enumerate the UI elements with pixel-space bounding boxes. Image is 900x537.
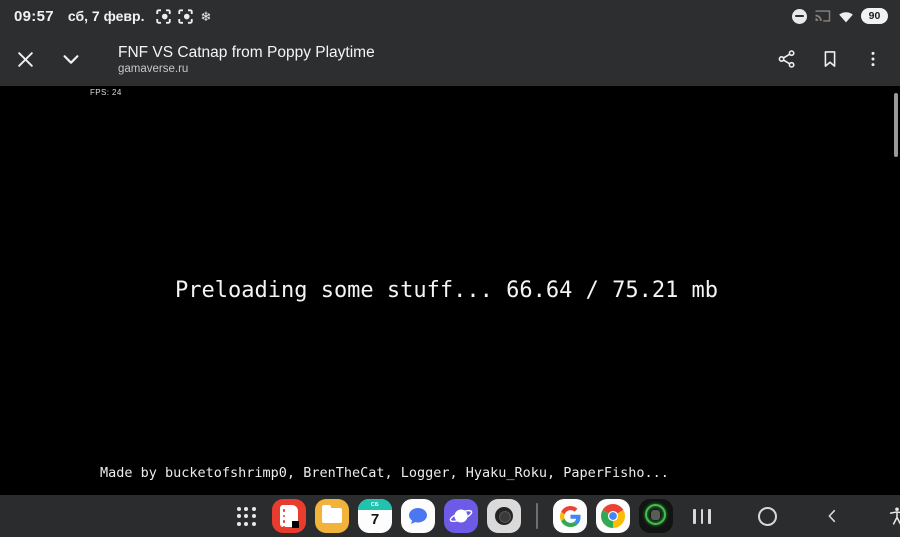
folder-icon [322, 505, 342, 523]
chrome-logo-icon [601, 504, 625, 528]
google-g-icon [559, 505, 581, 527]
kebab-menu-icon [871, 51, 874, 67]
recent-game-app-icon[interactable] [639, 499, 673, 533]
bookmark-icon [824, 51, 835, 67]
bookmark-button[interactable] [808, 38, 851, 80]
wifi-icon [839, 11, 853, 22]
page-url: gamaverse.ru [118, 62, 189, 75]
calendar-day: 7 [370, 511, 380, 528]
smart-capture-icon [156, 8, 172, 24]
home-icon [757, 506, 777, 526]
navigation-bar [688, 495, 900, 537]
back-button[interactable] [818, 499, 846, 533]
notification-icons: ❄ [156, 8, 212, 24]
preload-status-text: Preloading some stuff... 66.64 / 75.21 m… [175, 278, 719, 303]
system-status-icons: 90 [792, 8, 888, 24]
credits-line: Made by bucketofshrimp0, BrenTheCat, Log… [100, 465, 669, 481]
cast-icon [815, 10, 831, 22]
calendar-weekday: СБ [358, 499, 392, 510]
share-icon [778, 50, 795, 68]
accessibility-button[interactable] [883, 499, 900, 533]
overflow-menu-button[interactable] [851, 38, 894, 80]
snowflake-icon: ❄ [200, 8, 212, 24]
page-title-block: FNF VS Catnap from Poppy Playtime gamave… [118, 43, 375, 76]
calendar-app-icon[interactable]: СБ 7 [358, 499, 392, 533]
recents-icon [693, 508, 711, 524]
dock-divider [536, 503, 538, 529]
apps-grid-icon [236, 506, 256, 526]
chat-bubble-icon [409, 508, 427, 524]
game-canvas[interactable]: FPS: 24 Preloading some stuff... 66.64 /… [0, 86, 900, 534]
close-button[interactable] [4, 38, 46, 80]
accessibility-person-icon [889, 507, 900, 525]
android-screen: 09:57 сб, 7 февр. ❄ 90 FNF VS Catnap fro… [0, 0, 900, 537]
header-actions [765, 38, 900, 80]
chrome-app-icon[interactable] [596, 499, 630, 533]
back-chevron-icon [828, 509, 836, 523]
home-button[interactable] [753, 499, 781, 533]
taskbar: СБ 7 [0, 495, 900, 537]
recents-button[interactable] [688, 499, 716, 533]
page-title: FNF VS Catnap from Poppy Playtime [118, 43, 375, 61]
google-app-icon[interactable] [553, 499, 587, 533]
share-button[interactable] [765, 38, 808, 80]
game-logo-core [651, 510, 660, 520]
close-icon [17, 51, 33, 67]
dock-apps: СБ 7 [229, 499, 673, 533]
battery-indicator: 90 [861, 8, 888, 24]
collapse-button[interactable] [50, 38, 92, 80]
camera-app-icon[interactable] [487, 499, 521, 533]
messages-app-icon[interactable] [401, 499, 435, 533]
apps-grid-button[interactable] [229, 499, 263, 533]
note-binding-dots [282, 509, 285, 528]
date: сб, 7 февр. [67, 8, 145, 24]
smart-capture-icon [178, 8, 194, 24]
scrollbar-thumb[interactable] [894, 93, 898, 157]
status-bar: 09:57 сб, 7 февр. ❄ 90 [0, 0, 900, 32]
camera-lens-icon [495, 507, 513, 525]
planet-icon [449, 509, 473, 523]
notes-app-icon[interactable] [272, 499, 306, 533]
my-files-app-icon[interactable] [315, 499, 349, 533]
samsung-internet-app-icon[interactable] [444, 499, 478, 533]
do-not-disturb-icon [792, 8, 807, 24]
clock: 09:57 [14, 7, 54, 25]
fps-counter: FPS: 24 [90, 88, 122, 97]
browser-header: FNF VS Catnap from Poppy Playtime gamave… [0, 32, 900, 86]
chevron-down-icon [63, 55, 79, 64]
